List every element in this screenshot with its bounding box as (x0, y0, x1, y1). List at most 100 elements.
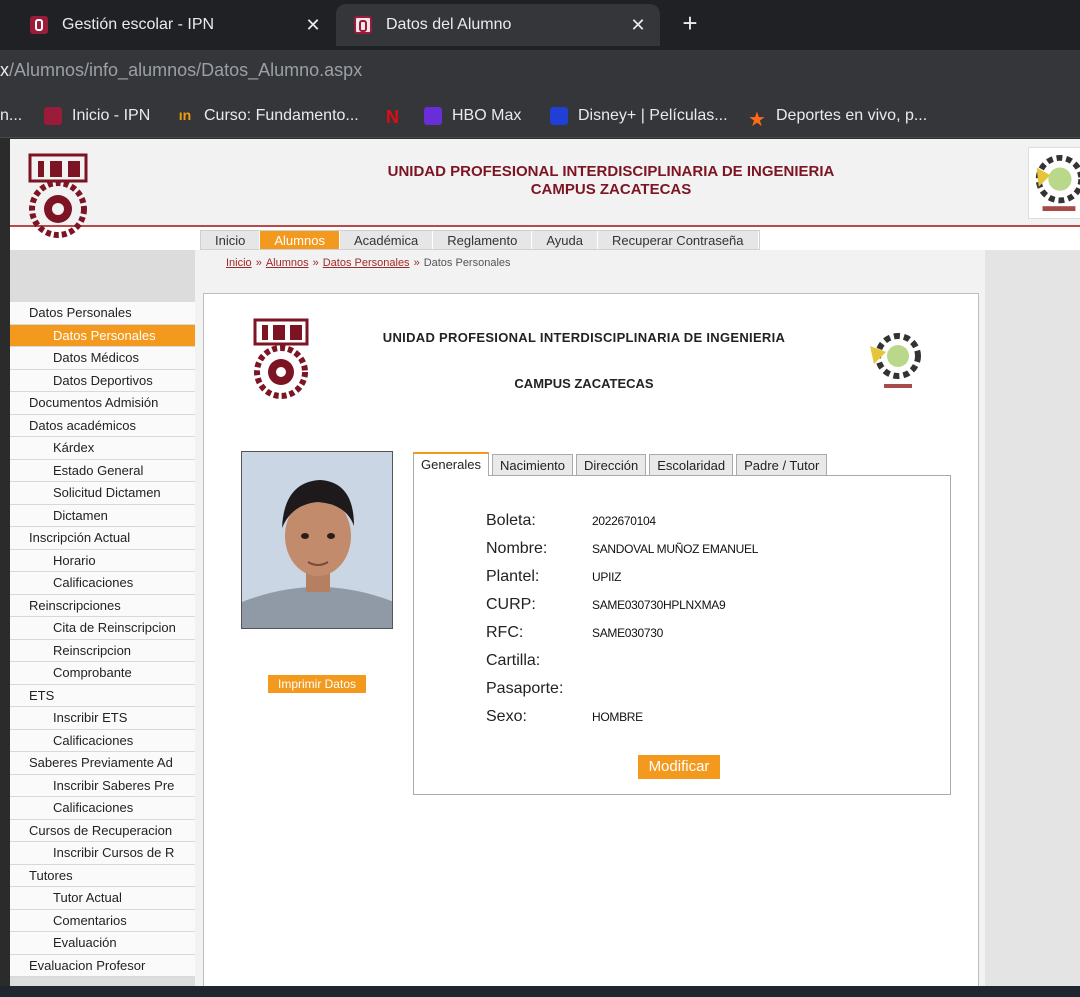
sidebar-item-tutor-actual[interactable]: Tutor Actual (10, 887, 195, 910)
sidebar-item-inscripcion-actual[interactable]: Inscripción Actual (10, 527, 195, 550)
bookmark-netflix[interactable]: N (386, 105, 414, 127)
sidebar-item-inscribir-saberes[interactable]: Inscribir Saberes Pre (10, 774, 195, 797)
bookmark-hbo-max[interactable]: HBO Max (424, 105, 521, 127)
bookmark-disney[interactable]: Disney+ | Películas... (550, 105, 728, 127)
site-title: UNIDAD PROFESIONAL INTERDISCIPLINARIA DE… (210, 163, 1012, 199)
sidebar-item-evaluacion-profesor[interactable]: Evaluacion Profesor (10, 954, 195, 977)
sidebar-item-tutores[interactable]: Tutores (10, 864, 195, 887)
bookmark-deportes[interactable]: ★ Deportes en vivo, p... (748, 105, 928, 131)
breadcrumb-link-datos-personales[interactable]: Datos Personales (323, 257, 410, 269)
tab-title: Datos del Alumno (386, 16, 512, 33)
sidebar-item-datos-personales-group[interactable]: Datos Personales (10, 302, 195, 325)
tab-escolaridad[interactable]: Escolaridad (649, 454, 734, 476)
sidebar-item-cita-reinscripcion[interactable]: Cita de Reinscripcion (10, 617, 195, 640)
url-host-fragment: x (0, 60, 9, 80)
bookmarks-bar: n... Inicio - IPN ın Curso: Fundamento..… (0, 94, 1080, 138)
sidebar-item-estado-general[interactable]: Estado General (10, 459, 195, 482)
sidebar-item-comprobante[interactable]: Comprobante (10, 662, 195, 685)
ipn-favicon-icon (354, 16, 372, 34)
bookmark-label: Inicio - IPN (72, 107, 151, 124)
menu-item-ayuda[interactable]: Ayuda (532, 231, 598, 249)
breadcrumb: Inicio» Alumnos» Datos Personales» Datos Pe… (226, 257, 511, 269)
bookmark-label: n... (0, 107, 23, 124)
field-row-cartilla: Cartilla: (486, 650, 592, 672)
sidebar-item-datos-deportivos[interactable]: Datos Deportivos (10, 369, 195, 392)
field-value: 2022670104 (592, 514, 656, 528)
upiiz-logo-icon (870, 333, 921, 388)
site-header: UNIDAD PROFESIONAL INTERDISCIPLINARIA DE… (10, 139, 1080, 238)
sidebar-item-datos-academicos[interactable]: Datos académicos (10, 414, 195, 437)
sidebar-item-documentos-admision[interactable]: Documentos Admisión (10, 392, 195, 415)
card-title-line2: CAMPUS ZACATECAS (514, 376, 654, 391)
field-row-curp: CURP: SAME030730HPLNXMA9 (486, 594, 726, 616)
field-label: Boleta: (486, 512, 536, 529)
web-page: UNIDAD PROFESIONAL INTERDISCIPLINARIA DE… (10, 139, 1080, 986)
sidebar-item-evaluacion[interactable]: Evaluación (10, 932, 195, 955)
menu-item-reglamento[interactable]: Reglamento (433, 231, 533, 249)
sidebar-item-cursos-recuperacion[interactable]: Cursos de Recuperacion (10, 819, 195, 842)
menu-item-academica[interactable]: Académica (340, 231, 434, 249)
field-value: SAME030730HPLNXMA9 (592, 598, 726, 612)
tab-nacimiento[interactable]: Nacimiento (491, 454, 574, 476)
modify-button[interactable]: Modificar (638, 755, 720, 779)
bookmark-inicio-ipn[interactable]: Inicio - IPN (44, 105, 150, 127)
print-data-button[interactable]: Imprimir Datos (268, 675, 366, 693)
tab-generales[interactable]: Generales (413, 452, 489, 476)
close-tab-icon[interactable]: ✕ (624, 15, 652, 36)
site-title-line1: UNIDAD PROFESIONAL INTERDISCIPLINARIA DE… (387, 163, 835, 180)
sidebar-item-calificaciones-saberes[interactable]: Calificaciones (10, 797, 195, 820)
menu-item-inicio[interactable]: Inicio (201, 231, 261, 249)
browser-tab-gestion[interactable]: Gestión escolar - IPN ✕ (0, 4, 335, 46)
breadcrumb-separator: » (312, 257, 319, 269)
sidebar-item-calificaciones[interactable]: Calificaciones (10, 572, 195, 595)
sidebar-item-reinscripciones[interactable]: Reinscripciones (10, 594, 195, 617)
sidebar-item-comentarios[interactable]: Comentarios (10, 909, 195, 932)
bookmark-label: HBO Max (452, 107, 522, 124)
sidebar-item-horario[interactable]: Horario (10, 549, 195, 572)
sidebar-item-saberes-previamente[interactable]: Saberes Previamente Ad (10, 752, 195, 775)
browser-tab-datos-alumno[interactable]: Datos del Alumno ✕ (336, 4, 660, 46)
data-tabs: Generales Nacimiento Dirección Escolarid… (413, 452, 830, 476)
sidebar-item-ets[interactable]: ETS (10, 684, 195, 707)
field-row-plantel: Plantel: UPIIZ (486, 566, 621, 588)
close-tab-icon[interactable]: ✕ (299, 15, 327, 36)
bookmark-truncated[interactable]: n... (0, 105, 22, 127)
field-label: Sexo: (486, 708, 527, 725)
bookmark-curso[interactable]: ın Curso: Fundamento... (176, 105, 359, 127)
new-tab-button[interactable]: + (676, 8, 704, 40)
tab-padre-tutor[interactable]: Padre / Tutor (736, 454, 828, 476)
breadcrumb-link-alumnos[interactable]: Alumnos (266, 257, 309, 269)
field-row-boleta: Boleta: 2022670104 (486, 510, 656, 532)
tab-direccion[interactable]: Dirección (576, 454, 647, 476)
menu-item-recuperar-contrasena[interactable]: Recuperar Contraseña (598, 231, 759, 249)
menu-item-alumnos[interactable]: Alumnos (260, 231, 340, 249)
curso-icon: ın (178, 107, 192, 123)
student-data-card: UNIDAD PROFESIONAL INTERDISCIPLINARIA DE… (203, 293, 979, 986)
ipn-logo-icon (28, 153, 88, 238)
sidebar: Datos Personales Datos Personales Datos … (10, 250, 195, 986)
sidebar-item-datos-medicos[interactable]: Datos Médicos (10, 347, 195, 370)
field-value: SANDOVAL MUÑOZ EMANUEL (592, 542, 759, 556)
sidebar-item-dictamen[interactable]: Dictamen (10, 504, 195, 527)
breadcrumb-link-inicio[interactable]: Inicio (226, 257, 252, 269)
field-label: Cartilla: (486, 652, 541, 669)
url-text[interactable]: x/Alumnos/info_alumnos/Datos_Alumno.aspx (0, 60, 362, 81)
bookmark-label: Deportes en vivo, p... (776, 107, 928, 124)
bookmark-label: Disney+ | Películas... (578, 107, 728, 124)
site-title-line2: CAMPUS ZACATECAS (530, 181, 692, 198)
sidebar-item-solicitud-dictamen[interactable]: Solicitud Dictamen (10, 482, 195, 505)
sidebar-item-inscribir-ets[interactable]: Inscribir ETS (10, 707, 195, 730)
field-value: SAME030730 (592, 626, 664, 640)
field-label: Plantel: (486, 568, 540, 585)
student-photo-image (242, 452, 392, 628)
sidebar-item-reinscripcion[interactable]: Reinscripcion (10, 639, 195, 662)
sidebar-item-kardex[interactable]: Kárdex (10, 437, 195, 460)
sidebar-item-inscribir-cursos[interactable]: Inscribir Cursos de R (10, 842, 195, 865)
os-taskbar (0, 986, 1080, 997)
browser-tabstrip: Gestión escolar - IPN ✕ Datos del Alumno… (0, 0, 1080, 50)
sidebar-item-calificaciones-ets[interactable]: Calificaciones (10, 729, 195, 752)
field-label: CURP: (486, 596, 536, 613)
sidebar-item-datos-personales[interactable]: Datos Personales (10, 324, 195, 347)
address-bar[interactable]: x/Alumnos/info_alumnos/Datos_Alumno.aspx (0, 50, 1080, 94)
